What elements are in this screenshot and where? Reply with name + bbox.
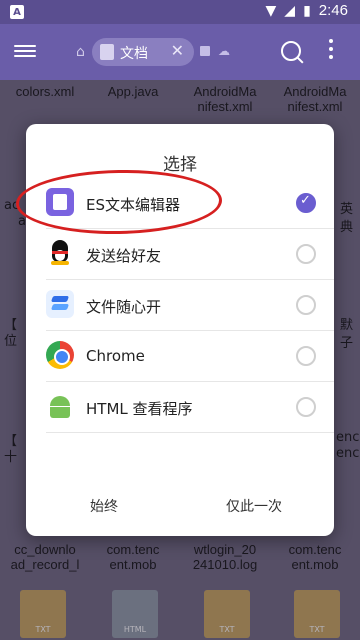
radio-unchecked[interactable] [296, 244, 316, 264]
menu-icon[interactable] [14, 42, 36, 60]
radio-checked[interactable] [296, 193, 316, 213]
stacked-layers-icon [46, 290, 74, 318]
wifi-icon: ▼ [265, 2, 277, 19]
close-icon[interactable]: ✕ [171, 41, 184, 60]
more-icon[interactable] [329, 39, 333, 63]
dialog-title: 选择 [163, 155, 197, 175]
notification-icon: A [10, 5, 24, 19]
option-label: 发送给好友 [86, 247, 162, 265]
radio-unchecked[interactable] [296, 295, 316, 315]
just-once-button[interactable]: 仅此一次 [194, 496, 314, 516]
qq-penguin-icon [46, 239, 74, 267]
app-chooser-dialog: 选择 ES文本编辑器 发送给好友 文件随心开 Chrome HTML 查看程序 [26, 124, 334, 536]
option-file-open[interactable]: 文件随心开 [26, 280, 334, 331]
always-button[interactable]: 始终 [44, 496, 164, 516]
status-bar: A ▼ ◢ ▮ 2:46 [0, 0, 360, 24]
option-es-text-editor[interactable]: ES文本编辑器 [26, 178, 334, 229]
es-text-editor-icon [46, 188, 74, 216]
tab-label: 文档 [120, 46, 148, 62]
chrome-icon [46, 341, 74, 369]
clock: 2:46 [318, 2, 348, 19]
window-icon[interactable] [200, 46, 210, 56]
option-label: ES文本编辑器 [86, 196, 180, 214]
signal-icon: ◢ [284, 2, 296, 19]
option-html-viewer[interactable]: HTML 查看程序 [26, 382, 334, 433]
tab-documents[interactable]: 文档 ✕ [92, 38, 194, 66]
app-bar: ⌂ 文档 ✕ ☁ [0, 24, 360, 80]
option-label: HTML 查看程序 [86, 400, 193, 418]
option-label: 文件随心开 [86, 298, 162, 316]
document-icon [100, 44, 114, 60]
option-chrome[interactable]: Chrome [26, 331, 334, 382]
search-icon[interactable] [281, 41, 301, 61]
battery-icon: ▮ [303, 2, 311, 19]
cloud-icon[interactable]: ☁ [218, 44, 230, 58]
android-icon [46, 392, 74, 420]
radio-unchecked[interactable] [296, 397, 316, 417]
radio-unchecked[interactable] [296, 346, 316, 366]
home-icon[interactable]: ⌂ [76, 44, 85, 60]
option-label: Chrome [86, 347, 145, 365]
option-send-to-friend[interactable]: 发送给好友 [26, 229, 334, 280]
